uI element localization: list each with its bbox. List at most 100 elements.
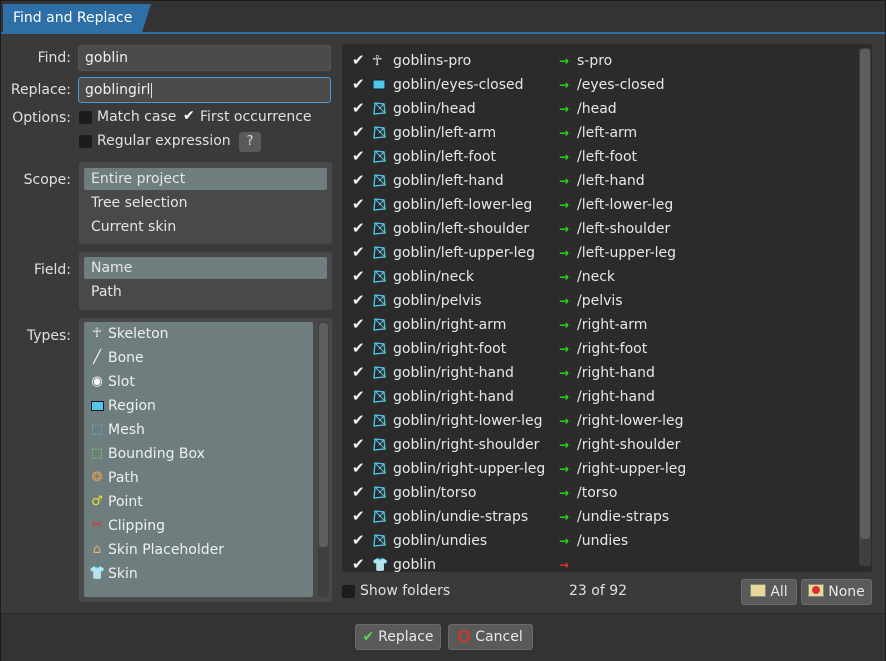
type-item-path[interactable]: ❂ Path — [84, 466, 313, 490]
result-checkbox[interactable] — [352, 171, 365, 189]
type-item-skin-placeholder[interactable]: ⌂ Skin Placeholder — [84, 538, 313, 562]
result-row[interactable]: goblin/left-lower-leg → /left-lower-leg — [342, 193, 857, 217]
result-checkbox[interactable] — [352, 219, 365, 237]
result-name: goblin — [393, 557, 436, 572]
result-row[interactable]: 👕 goblin → — [342, 553, 857, 572]
first-occurrence-checkbox[interactable] — [182, 108, 195, 124]
type-item-bounding-box[interactable]: ⬚ Bounding Box — [84, 442, 313, 466]
result-row[interactable]: goblin/neck → /neck — [342, 265, 857, 289]
result-checkbox[interactable] — [352, 51, 365, 69]
type-item-skin[interactable]: 👕 Skin — [84, 562, 313, 586]
result-checkbox[interactable] — [352, 411, 365, 429]
result-checkbox[interactable] — [352, 315, 365, 333]
result-checkbox[interactable] — [352, 507, 365, 525]
skin-icon: 👕 — [89, 566, 106, 581]
result-checkbox[interactable] — [352, 147, 365, 165]
result-row[interactable]: goblin/right-shoulder → /right-shoulder — [342, 433, 857, 457]
result-new-name: s-pro — [577, 53, 613, 69]
result-new-name: /right-arm — [577, 317, 648, 333]
result-row[interactable]: goblin/undie-straps → /undie-straps — [342, 505, 857, 529]
result-new-name: /left-foot — [577, 149, 637, 165]
result-row[interactable]: goblin/right-hand → /right-hand — [342, 385, 857, 409]
result-row[interactable]: goblin/left-arm → /left-arm — [342, 121, 857, 145]
result-row[interactable]: ☥ goblins-pro → s-pro — [342, 49, 857, 73]
result-row[interactable]: goblin/right-foot → /right-foot — [342, 337, 857, 361]
result-row[interactable]: goblin/right-upper-leg → /right-upper-leg — [342, 457, 857, 481]
result-checkbox[interactable] — [352, 291, 365, 309]
type-item-slot[interactable]: ◉ Slot — [84, 370, 313, 394]
arrow-right-icon: → — [559, 294, 570, 308]
result-row[interactable]: goblin/head → /head — [342, 97, 857, 121]
result-new-name: /right-upper-leg — [577, 461, 687, 477]
type-label: Skin Placeholder — [108, 542, 225, 558]
field-item-name[interactable]: Name — [84, 257, 327, 279]
type-item-skeleton[interactable]: ☥ Skeleton — [84, 322, 313, 346]
scope-item-tree-selection[interactable]: Tree selection — [84, 192, 327, 214]
result-row[interactable]: goblin/eyes-closed → /eyes-closed — [342, 73, 857, 97]
result-checkbox[interactable] — [352, 195, 365, 213]
replace-button[interactable]: ✔ Replace — [355, 624, 441, 650]
result-row[interactable]: goblin/right-arm → /right-arm — [342, 313, 857, 337]
types-scrollbar[interactable] — [318, 322, 329, 597]
field-item-path[interactable]: Path — [84, 281, 327, 303]
type-item-point[interactable]: ♂ Point — [84, 490, 313, 514]
select-all-button[interactable]: All — [741, 579, 797, 605]
type-label: Point — [108, 494, 143, 510]
scope-item-entire-project[interactable]: Entire project — [84, 168, 327, 190]
result-row[interactable]: goblin/left-shoulder → /left-shoulder — [342, 217, 857, 241]
result-row[interactable]: goblin/undies → /undies — [342, 529, 857, 553]
result-checkbox[interactable] — [352, 75, 365, 93]
find-input[interactable]: goblin — [78, 45, 331, 71]
type-item-mesh[interactable]: ⬚ Mesh — [84, 418, 313, 442]
text-cursor — [151, 82, 153, 98]
result-name: goblin/right-lower-leg — [393, 413, 543, 429]
result-new-name: /right-hand — [577, 365, 655, 381]
show-folders-checkbox[interactable] — [342, 585, 355, 598]
result-checkbox[interactable] — [352, 531, 365, 549]
match-case-checkbox[interactable] — [79, 111, 92, 124]
cancel-button[interactable]: Cancel — [448, 624, 533, 650]
arrow-right-icon: → — [559, 150, 570, 164]
types-label: Types: — [26, 328, 71, 344]
result-checkbox[interactable] — [352, 363, 365, 381]
type-label: Skeleton — [108, 326, 169, 342]
result-row[interactable]: goblin/left-upper-leg → /left-upper-leg — [342, 241, 857, 265]
types-scrollbar-thumb[interactable] — [319, 323, 328, 547]
skin-icon: 👕 — [372, 558, 389, 572]
result-row[interactable]: goblin/right-hand → /right-hand — [342, 361, 857, 385]
result-row[interactable]: goblin/torso → /torso — [342, 481, 857, 505]
regex-checkbox[interactable] — [79, 135, 92, 148]
result-new-name: /right-foot — [577, 341, 648, 357]
bounding-box-icon: ⬚ — [90, 446, 104, 461]
type-item-region[interactable]: Region — [84, 394, 313, 418]
result-checkbox[interactable] — [352, 99, 365, 117]
result-checkbox[interactable] — [352, 243, 365, 261]
mesh-icon — [372, 317, 387, 332]
result-checkbox[interactable] — [352, 459, 365, 477]
result-checkbox[interactable] — [352, 555, 365, 572]
result-row[interactable]: goblin/pelvis → /pelvis — [342, 289, 857, 313]
result-checkbox[interactable] — [352, 267, 365, 285]
mesh-icon — [372, 365, 387, 380]
scope-item-current-skin[interactable]: Current skin — [84, 216, 327, 238]
field-label: Field: — [33, 262, 71, 278]
result-checkbox[interactable] — [352, 123, 365, 141]
replace-input[interactable]: goblingirl — [78, 77, 331, 103]
result-checkbox[interactable] — [352, 387, 365, 405]
result-checkbox[interactable] — [352, 339, 365, 357]
mesh-icon — [372, 437, 387, 452]
result-row[interactable]: goblin/left-hand → /left-hand — [342, 169, 857, 193]
result-row[interactable]: goblin/left-foot → /left-foot — [342, 145, 857, 169]
type-item-bone[interactable]: ╱ Bone — [84, 346, 313, 370]
select-none-button[interactable]: None — [801, 579, 872, 605]
results-scrollbar-thumb[interactable] — [860, 49, 870, 539]
arrow-right-icon: → — [559, 126, 570, 140]
mesh-icon — [372, 509, 387, 524]
results-scrollbar[interactable] — [859, 48, 871, 566]
arrow-right-icon: → — [559, 486, 570, 500]
regex-help-button[interactable]: ? — [239, 132, 261, 152]
result-checkbox[interactable] — [352, 435, 365, 453]
type-item-clipping[interactable]: ✂ Clipping — [84, 514, 313, 538]
result-checkbox[interactable] — [352, 483, 365, 501]
result-row[interactable]: goblin/right-lower-leg → /right-lower-leg — [342, 409, 857, 433]
